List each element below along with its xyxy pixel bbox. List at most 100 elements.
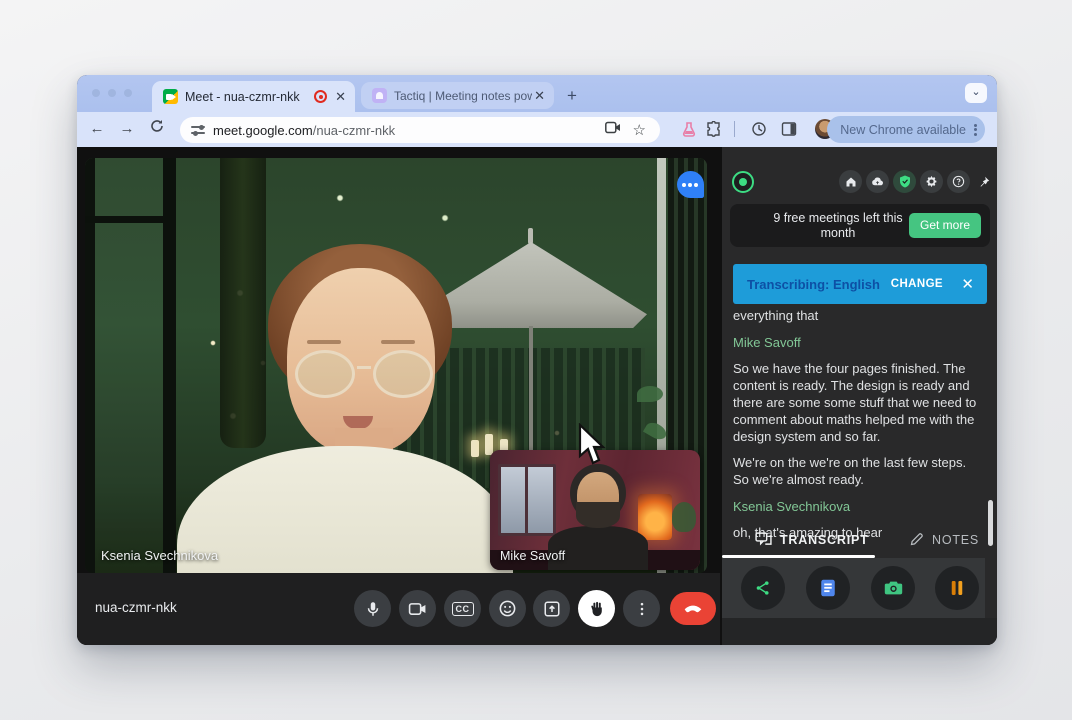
more-options-button[interactable] [623,590,660,627]
pip-plant [672,502,696,532]
umbrella-finial [528,228,533,244]
raise-hand-button[interactable] [578,590,615,627]
help-button[interactable] [947,170,970,193]
pin-icon [977,175,991,189]
chat-bubble-icon[interactable] [677,171,704,198]
pause-icon [950,580,964,596]
captions-button[interactable]: CC [444,590,481,627]
present-button[interactable] [533,590,570,627]
url-host: meet.google.com [213,123,313,138]
tactiq-logo-icon [732,171,754,193]
gear-icon [925,175,938,188]
privacy-shield-button[interactable] [893,170,916,193]
tab-notes-label: NOTES [932,533,979,547]
captions-icon: CC [452,602,474,616]
tactiq-favicon-icon [372,88,387,103]
camera-button[interactable] [399,590,436,627]
tab-notes[interactable]: NOTES [909,532,979,547]
extensions-puzzle-icon[interactable] [706,121,722,142]
tactiq-extension-icon[interactable] [681,121,697,142]
tab-close-icon[interactable]: ✕ [335,90,346,103]
home-button[interactable] [839,170,862,193]
pip-video-tile[interactable]: Mike Savoff [490,450,700,570]
toolbar-divider [734,121,735,137]
browser-window: Meet - nua-czmr-nkk ✕ Tactiq | Meeting n… [77,75,997,645]
reload-icon[interactable] [147,119,167,139]
reactions-button[interactable] [489,590,526,627]
change-language-button[interactable]: CHANGE [891,278,943,290]
url-bar[interactable]: meet.google.com /nua-czmr-nkk ☆ [180,117,660,143]
cloud-upload-icon [871,176,884,187]
quota-text: 9 free meetings left this month [758,211,918,241]
tab-search-chevron-icon[interactable]: ⌄ [965,83,987,103]
reading-mode-panel-icon[interactable] [781,121,797,142]
quota-card: 9 free meetings left this month Get more [730,204,990,247]
site-settings-tune-icon[interactable] [191,123,205,137]
meet-page-content: Mike Savoff Ksenia Svechnikova nua-czmr-… [77,147,997,645]
tab-close-icon[interactable]: ✕ [534,89,545,102]
smiley-icon [498,599,517,618]
traffic-light-minimize[interactable] [108,89,116,97]
browser-toolbar: ← → meet.google.com /nua-czmr-nkk ☆ [77,112,997,147]
tab-meet[interactable]: Meet - nua-czmr-nkk ✕ [152,81,355,112]
notes-pencil-icon [909,532,924,547]
glasses-bridge [357,366,371,369]
side-panel-lens-icon[interactable] [751,121,767,142]
eyebrow [307,340,341,344]
settings-button[interactable] [920,170,943,193]
transcript-speaker: Ksenia Svechnikova [733,498,985,515]
pip-fireplace [638,494,672,540]
glasses-lens [295,350,355,398]
eyebrow [381,340,415,344]
more-options-icon [633,600,651,618]
mic-icon [364,600,382,618]
pip-participant-torso [548,526,648,570]
tab-transcript[interactable]: TRANSCRIPT [755,532,869,547]
close-icon[interactable]: ✕ [961,275,974,293]
screenshot-button[interactable] [871,566,915,610]
docs-icon [820,579,836,597]
update-chrome-label: New Chrome available [840,123,966,137]
transcript-paragraph: We're on the we're on the last few steps… [733,454,985,488]
tab-strip: Meet - nua-czmr-nkk ✕ Tactiq | Meeting n… [77,75,997,112]
tree-trunk [220,158,266,448]
mic-button[interactable] [354,590,391,627]
more-menu-icon[interactable] [974,122,977,137]
get-more-button[interactable]: Get more [909,213,981,238]
raise-hand-icon [588,600,606,618]
bookmark-star-icon[interactable]: ☆ [633,121,646,139]
pause-recording-button[interactable] [935,566,979,610]
help-icon [952,175,965,188]
back-icon[interactable]: ← [87,119,107,139]
transcript-paragraph: So we have the four pages finished. The … [733,360,985,445]
transcript-list[interactable]: everything that Mike Savoff So we have t… [733,307,985,550]
tab-recording-indicator-icon [314,90,327,103]
meet-favicon-icon [163,89,178,104]
pip-name-tag: Mike Savoff [500,549,565,563]
present-icon [543,600,561,618]
google-docs-button[interactable] [806,566,850,610]
mouse-cursor-icon [576,423,606,467]
forward-icon[interactable]: → [117,119,137,139]
tab-capture-camera-icon[interactable] [605,121,621,139]
tab-tactiq[interactable]: Tactiq | Meeting notes power ✕ [361,82,554,109]
traffic-light-close[interactable] [92,89,100,97]
pip-window [498,464,556,536]
plant-leaf [637,386,663,402]
scrollbar-thumb[interactable] [988,500,993,546]
candle [471,440,479,457]
pin-panel-button[interactable] [972,170,995,193]
glasses-lens [373,350,433,398]
main-video-tile: Mike Savoff Ksenia Svechnikova [85,158,707,573]
tab-title: Meet - nua-czmr-nkk [185,90,308,104]
update-chrome-button[interactable]: New Chrome available [827,116,985,143]
share-icon [754,579,772,597]
cloud-button[interactable] [866,170,889,193]
traffic-light-zoom[interactable] [124,89,132,97]
transcript-speaker: Mike Savoff [733,334,985,351]
transcribing-banner: Transcribing: English CHANGE ✕ [733,264,987,304]
end-call-button[interactable] [670,592,716,625]
share-button[interactable] [741,566,785,610]
pip-participant-beard [576,502,620,528]
new-tab-icon[interactable]: + [567,87,577,104]
